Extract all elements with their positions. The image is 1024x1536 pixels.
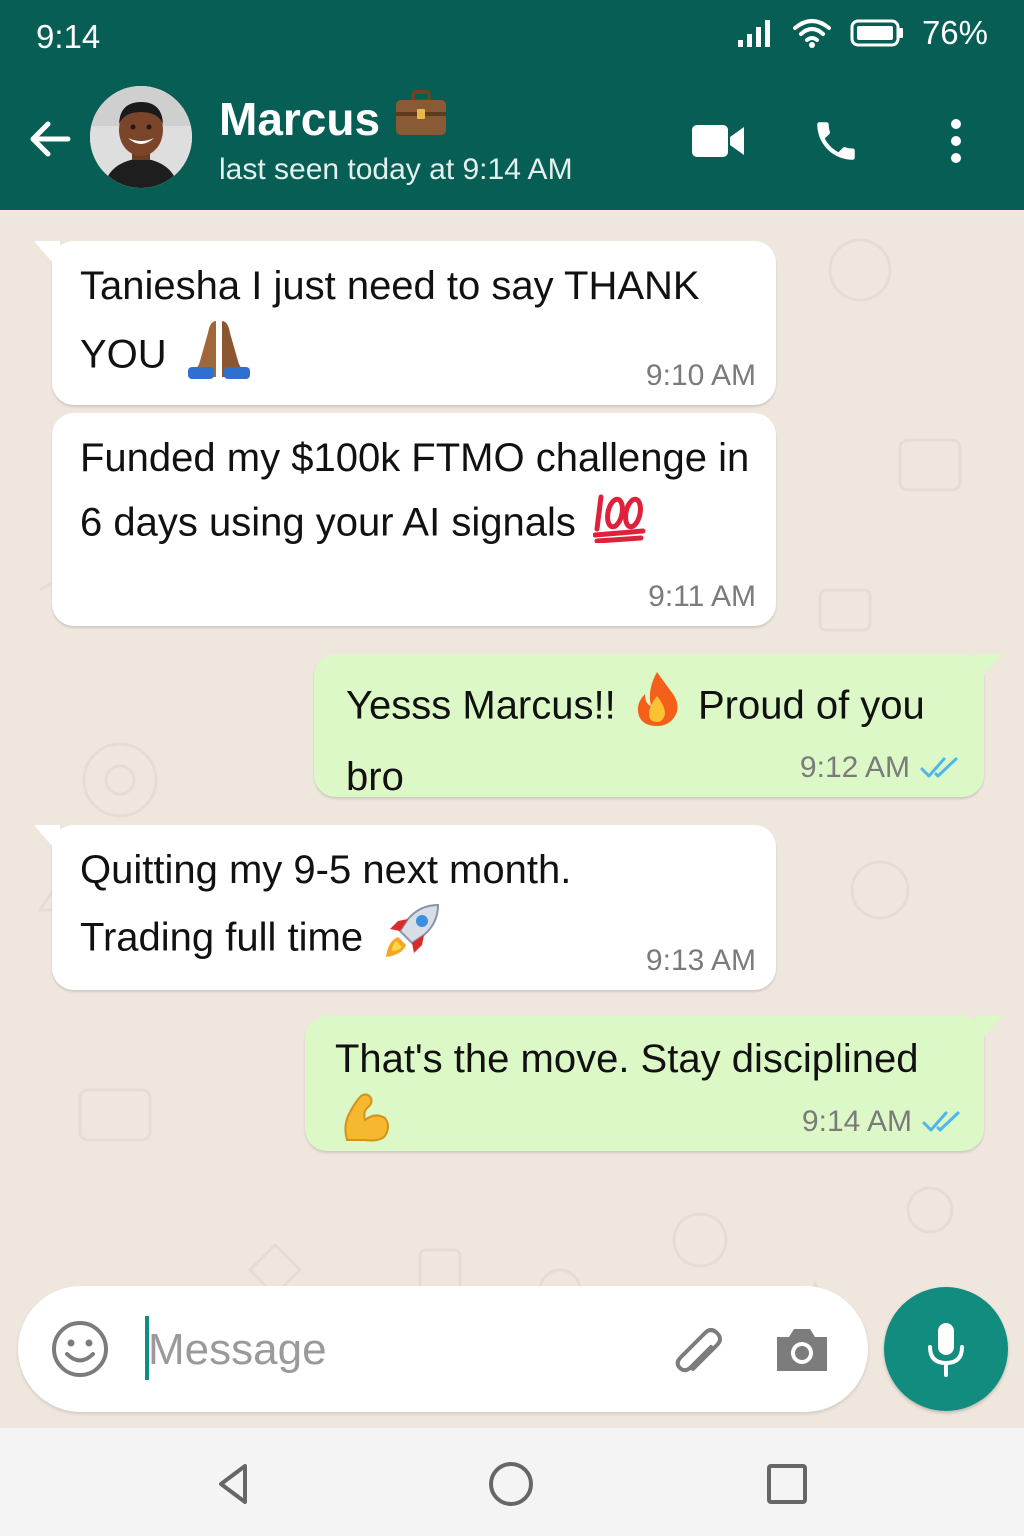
back-button[interactable] — [24, 113, 76, 165]
message-text: Quitting my 9-5 next month. Trading full… — [80, 839, 596, 979]
message-bubble-incoming[interactable]: Funded my $100k FTMO challenge in 6 days… — [52, 413, 776, 626]
camera-button[interactable] — [772, 1320, 832, 1380]
last-seen-status: last seen today at 9:14 AM — [219, 153, 573, 186]
rocket-icon — [382, 901, 442, 979]
chat-header: Marcus last seen today at 9:14 AM — [0, 75, 1024, 210]
camera-icon — [777, 1329, 827, 1371]
nav-recents-icon — [767, 1464, 807, 1504]
voice-record-button[interactable] — [884, 1287, 1008, 1411]
message-time: 9:14 AM — [802, 1105, 962, 1139]
nav-back-button[interactable] — [203, 1454, 263, 1514]
message-text: Funded my $100k FTMO challenge in 6 days… — [80, 427, 752, 561]
avatar[interactable] — [90, 86, 192, 188]
wifi-icon — [792, 17, 832, 49]
message-text: Yesss Marcus!! Proud of you bro — [346, 670, 960, 808]
contact-name-text: Marcus — [219, 92, 381, 145]
emoji-icon — [52, 1321, 108, 1377]
phone-icon — [817, 122, 855, 160]
message-time: 9:13 AM — [645, 944, 756, 977]
voice-call-button[interactable] — [806, 111, 866, 171]
nav-home-button[interactable] — [481, 1454, 541, 1514]
hundred-points-icon — [592, 489, 647, 561]
message-time: 9:10 AM — [645, 359, 756, 392]
message-text: That's the move. Stay disciplined — [335, 1028, 960, 1160]
emoji-button[interactable] — [50, 1319, 110, 1379]
message-bubble-outgoing[interactable]: That's the move. Stay disciplined 9:14 A… — [305, 1016, 1002, 1151]
message-bubble-incoming[interactable]: Taniesha I just need to say THANK YOU 9:… — [34, 241, 776, 405]
bubble-tail — [976, 654, 1002, 684]
nav-back-icon — [219, 1464, 247, 1504]
message-composer — [18, 1286, 868, 1412]
message-bubble-incoming[interactable]: Quitting my 9-5 next month. Trading full… — [34, 825, 776, 990]
flexed-biceps-icon — [341, 1090, 391, 1160]
message-time: 9:11 AM — [648, 580, 756, 613]
mic-icon — [928, 1323, 964, 1377]
double-check-icon — [922, 1111, 960, 1132]
fire-icon — [633, 670, 681, 746]
contact-name[interactable]: Marcus — [219, 89, 448, 148]
video-call-icon — [692, 125, 744, 157]
nav-home-icon — [489, 1462, 533, 1506]
attach-icon — [675, 1328, 722, 1373]
status-time: 9:14 — [36, 18, 101, 55]
nav-recents-button[interactable] — [757, 1454, 817, 1514]
video-call-button[interactable] — [688, 111, 748, 171]
chat-area[interactable]: Taniesha I just need to say THANK YOU 9:… — [0, 210, 1024, 1428]
attach-button[interactable] — [666, 1320, 726, 1380]
battery-icon — [850, 18, 904, 48]
back-arrow-icon — [30, 121, 71, 157]
message-input[interactable] — [146, 1314, 650, 1386]
bubble-tail — [34, 825, 60, 855]
battery-percent: 76% — [921, 14, 988, 51]
praying-hands-icon — [186, 317, 252, 397]
message-time: 9:12 AM — [800, 751, 960, 785]
system-nav-bar — [0, 1428, 1024, 1536]
status-bar: 9:14 76% — [0, 0, 1024, 75]
double-check-icon — [920, 757, 958, 778]
message-bubble-outgoing[interactable]: Yesss Marcus!! Proud of you bro 9:12 AM — [314, 654, 1002, 799]
more-vert-icon — [951, 119, 961, 163]
bubble-tail — [34, 241, 60, 271]
briefcase-icon — [394, 89, 448, 148]
signal-icon — [736, 18, 774, 48]
bubble-tail — [976, 1016, 1002, 1046]
more-options-button[interactable] — [926, 111, 986, 171]
